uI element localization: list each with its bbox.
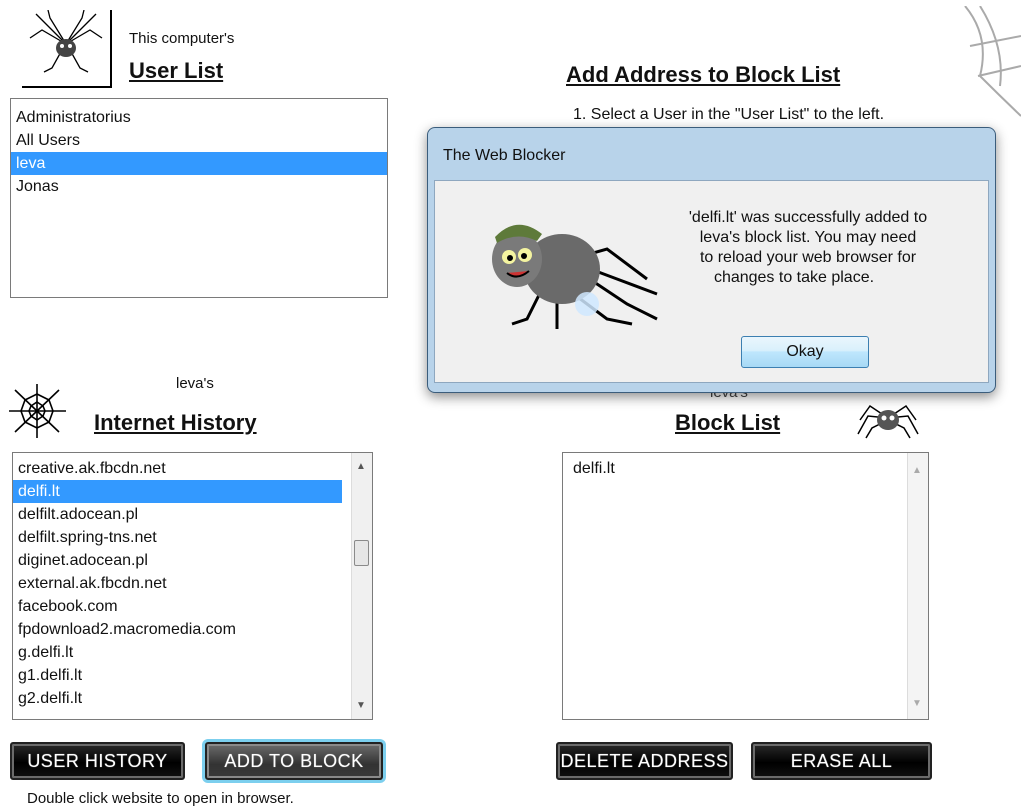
spider-logo-icon [22, 9, 112, 88]
spider-web-corner-icon [960, 5, 1021, 126]
add-to-block-button[interactable]: ADD TO BLOCK [205, 742, 383, 780]
user-list-subtitle: This computer's [129, 30, 235, 47]
user-list[interactable]: Administratorius All Users leva Jonas [10, 98, 388, 298]
erase-all-button[interactable]: ERASE ALL [751, 742, 932, 780]
history-item[interactable]: fpdownload2.macromedia.com [13, 618, 372, 641]
user-list-title: User List [129, 58, 224, 83]
history-item[interactable]: delfilt.spring-tns.net [13, 526, 372, 549]
user-item-leva[interactable]: leva [11, 152, 387, 175]
dialog-message-line: to reload your web browser for [699, 249, 917, 266]
history-scrollbar[interactable]: ▲ ▼ [351, 453, 372, 719]
spider-small-icon [852, 398, 924, 440]
history-item[interactable]: g.delfi.lt [13, 641, 372, 664]
cobweb-icon [5, 380, 70, 442]
block-list-title: Block List [675, 410, 781, 435]
scroll-up-arrow-icon[interactable]: ▲ [356, 461, 366, 472]
user-item-jonas[interactable]: Jonas [11, 175, 387, 198]
dialog-title: The Web Blocker [443, 147, 566, 164]
history-item[interactable]: delfilt.adocean.pl [13, 503, 372, 526]
block-item[interactable]: delfi.lt [563, 457, 928, 480]
history-item[interactable]: g1.delfi.lt [13, 664, 372, 687]
history-item[interactable]: g2.delfi.lt [13, 687, 372, 710]
history-item[interactable]: facebook.com [13, 595, 372, 618]
dialog-message-line: leva's block list. You may need [699, 229, 917, 246]
block-list[interactable]: delfi.lt ▲ ▼ [562, 452, 929, 720]
open-in-browser-hint: Double click website to open in browser. [27, 790, 294, 807]
user-item-administratorius[interactable]: Administratorius [11, 106, 387, 129]
add-address-title: Add Address to Block List [566, 62, 841, 87]
dialog-body: 'delfi.lt' was successfully added to lev… [434, 180, 989, 383]
history-item-selected[interactable]: delfi.lt [13, 480, 342, 503]
user-item-all-users[interactable]: All Users [11, 129, 387, 152]
history-item[interactable]: creative.ak.fbcdn.net [13, 457, 342, 480]
web-blocker-dialog: The Web Blocker 'delfi.lt' was successfu… [427, 127, 996, 393]
delete-address-button[interactable]: DELETE ADDRESS [556, 742, 733, 780]
dialog-message: 'delfi.lt' was successfully added to lev… [653, 208, 963, 288]
internet-history-title: Internet History [94, 410, 257, 435]
dialog-message-line: 'delfi.lt' was successfully added to [688, 209, 928, 226]
history-item[interactable]: diginet.adocean.pl [13, 549, 372, 572]
scroll-up-arrow-icon[interactable]: ▲ [912, 465, 922, 476]
history-scroll-thumb[interactable] [354, 540, 369, 566]
history-owner-label: leva's [176, 375, 214, 392]
scroll-down-arrow-icon[interactable]: ▼ [356, 700, 366, 711]
history-item[interactable]: external.ak.fbcdn.net [13, 572, 372, 595]
scroll-down-arrow-icon[interactable]: ▼ [912, 698, 922, 709]
user-history-button[interactable]: USER HISTORY [10, 742, 185, 780]
block-scrollbar[interactable]: ▲ ▼ [907, 453, 928, 719]
dialog-message-line: changes to take place. [713, 269, 875, 286]
okay-button[interactable]: Okay [741, 336, 869, 368]
add-instruction-1: 1. Select a User in the "User List" to t… [573, 106, 885, 123]
history-list[interactable]: creative.ak.fbcdn.net delfi.lt delfilt.a… [12, 452, 373, 720]
